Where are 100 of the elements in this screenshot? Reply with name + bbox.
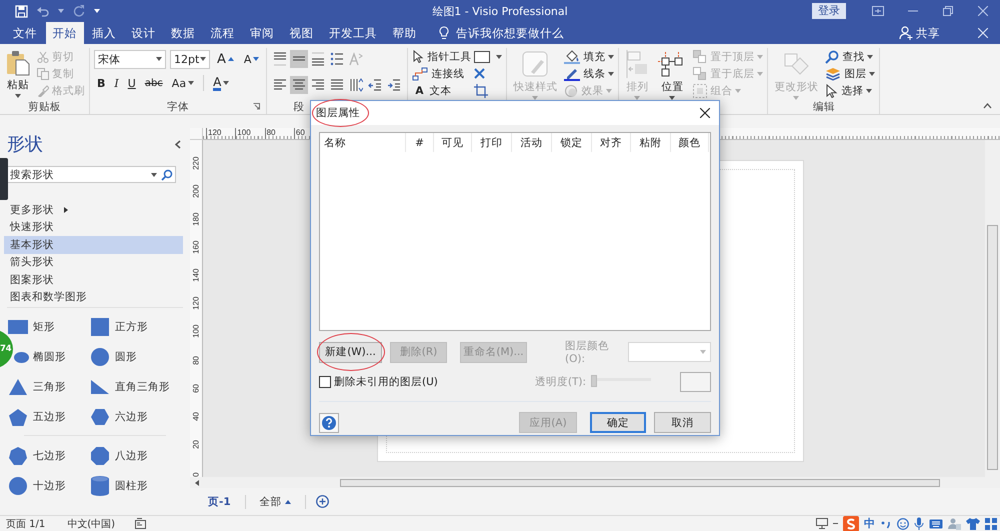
font-name-field[interactable]: 宋体 (94, 50, 166, 68)
share-button[interactable]: 共享 (899, 22, 940, 44)
shape-label[interactable]: 直角三角形 (115, 380, 170, 394)
sign-in-button[interactable]: 登录 (812, 3, 846, 19)
column-header[interactable]: 锁定 (552, 133, 592, 152)
layer-list[interactable]: 名称 # 可见 打印 活动 锁定 对齐 粘附 颜色 (319, 132, 711, 331)
line-button[interactable]: 线条 (564, 65, 614, 82)
dialog-launcher-icon[interactable] (253, 103, 260, 110)
checkbox[interactable] (319, 376, 331, 388)
right-triangle-shape-icon[interactable] (91, 380, 109, 394)
align-center-button[interactable] (290, 76, 308, 94)
redo-icon[interactable] (73, 5, 85, 17)
shape-label[interactable]: 圆形 (115, 350, 137, 364)
decagon-shape-icon[interactable] (9, 477, 27, 495)
shirt-icon[interactable] (966, 518, 980, 530)
stencil-item[interactable]: 更多形状 (4, 201, 183, 218)
search-icon[interactable] (161, 168, 173, 180)
heptagon-shape-icon[interactable] (9, 447, 27, 465)
save-icon[interactable] (15, 4, 28, 18)
column-header[interactable]: 对齐 (592, 133, 631, 152)
column-header[interactable]: 活动 (512, 133, 552, 152)
shape-label[interactable]: 六边形 (115, 410, 148, 424)
menu-tab[interactable]: 文件 (6, 22, 44, 44)
tell-me-text[interactable]: 告诉我你想要做什么 (456, 26, 564, 40)
shape-label[interactable]: 矩形 (33, 320, 55, 334)
font-size-field[interactable]: 12pt (170, 50, 210, 68)
menu-tab[interactable]: 视图 (282, 22, 320, 44)
search-box[interactable]: 搜索形状 (7, 166, 176, 183)
change-case-button[interactable]: Aa (168, 76, 198, 90)
menu-tab[interactable]: 数据 (164, 22, 202, 44)
dialog-button[interactable]: 新建(W)... (319, 342, 382, 362)
position-button[interactable]: 位置 (656, 48, 688, 100)
collapse-ribbon-icon[interactable] (983, 103, 992, 109)
input-method-icon[interactable] (843, 516, 859, 531)
italic-button[interactable]: I (111, 76, 122, 90)
column-header[interactable]: 粘附 (631, 133, 671, 152)
paste-button[interactable]: 粘贴 (4, 48, 32, 99)
caret-icon[interactable] (58, 9, 64, 13)
pentagon-shape-icon[interactable] (9, 408, 27, 426)
restore-icon[interactable] (942, 6, 952, 16)
bold-button[interactable]: B (94, 76, 108, 90)
fill-button[interactable]: 填充 (564, 48, 614, 65)
stencil-item[interactable]: 箭头形状 (4, 254, 183, 271)
ellipse-shape-icon[interactable] (14, 352, 29, 362)
find-button[interactable]: 查找 (825, 48, 876, 65)
column-header[interactable]: # (406, 133, 434, 152)
hexagon-shape-icon[interactable] (91, 409, 109, 425)
keyboard-icon[interactable] (929, 518, 943, 528)
crop-icon[interactable] (474, 84, 488, 98)
font-color-button[interactable]: A (210, 76, 232, 90)
scroll-left-icon[interactable] (194, 480, 198, 486)
caret-icon[interactable] (151, 172, 157, 176)
smiley-icon[interactable] (897, 518, 909, 530)
menu-tab[interactable]: 插入 (85, 22, 123, 44)
menu-tab[interactable]: 设计 (124, 22, 162, 44)
close-icon[interactable] (700, 108, 710, 118)
shape-label[interactable]: 圆柱形 (115, 479, 148, 493)
pointer-tool-button[interactable]: 指针工具 (412, 48, 468, 65)
octagon-shape-icon[interactable] (91, 447, 109, 465)
search-field[interactable]: 搜索形状 (8, 168, 147, 180)
undo-icon[interactable] (37, 5, 49, 17)
page-tab[interactable]: 页-1 (204, 494, 235, 508)
stencil-item[interactable]: 图表和数学图形 (4, 288, 183, 306)
text-tool-button[interactable]: A 文本 (412, 82, 468, 99)
shrink-font-button[interactable]: A (240, 52, 262, 66)
ribbon-display-icon[interactable] (872, 6, 884, 16)
column-header[interactable]: 打印 (472, 133, 512, 152)
align-middle-button[interactable] (290, 50, 308, 68)
add-page-icon[interactable] (316, 495, 329, 508)
shape-label[interactable]: 正方形 (115, 320, 148, 334)
shape-label[interactable]: 七边形 (33, 449, 66, 463)
menu-tab[interactable]: 开发工具 (322, 22, 384, 44)
dialog-button[interactable]: 取消 (654, 412, 711, 433)
menu-tab[interactable]: 流程 (204, 22, 242, 44)
shape-label[interactable]: 十边形 (33, 479, 66, 493)
cylinder-shape-icon[interactable] (91, 476, 109, 496)
triangle-shape-icon[interactable] (9, 379, 27, 395)
stencil-item[interactable]: 快速形状 (4, 218, 183, 236)
rectangle-icon[interactable] (474, 50, 490, 62)
menu-tab[interactable]: 帮助 (386, 22, 424, 44)
collapse-icon[interactable] (175, 140, 181, 148)
select-button[interactable]: 选择 (825, 82, 876, 99)
apps-icon[interactable] (985, 518, 997, 530)
macro-icon[interactable] (135, 518, 146, 529)
stencil-item[interactable]: 图案形状 (4, 271, 183, 288)
shape-label[interactable]: 八边形 (115, 449, 148, 463)
column-header[interactable]: 可见 (434, 133, 472, 152)
menu-tab[interactable]: 开始 (46, 22, 84, 44)
connector-tool-button[interactable]: 连接线 (412, 65, 468, 82)
layers-button[interactable]: 图层 (825, 65, 876, 82)
caret-icon[interactable] (94, 9, 100, 13)
strike-button[interactable]: abc (142, 78, 166, 88)
monitor-icon[interactable] (816, 518, 828, 529)
shape-label[interactable]: 三角形 (33, 380, 66, 394)
stencil-item[interactable]: 基本形状 (4, 236, 183, 254)
grow-font-button[interactable]: A (214, 52, 237, 66)
vertical-scrollbar[interactable] (985, 140, 1000, 477)
layer-color-dropdown[interactable] (628, 342, 711, 362)
x-mark-icon[interactable] (474, 68, 486, 79)
transparency-slider[interactable] (591, 375, 652, 389)
